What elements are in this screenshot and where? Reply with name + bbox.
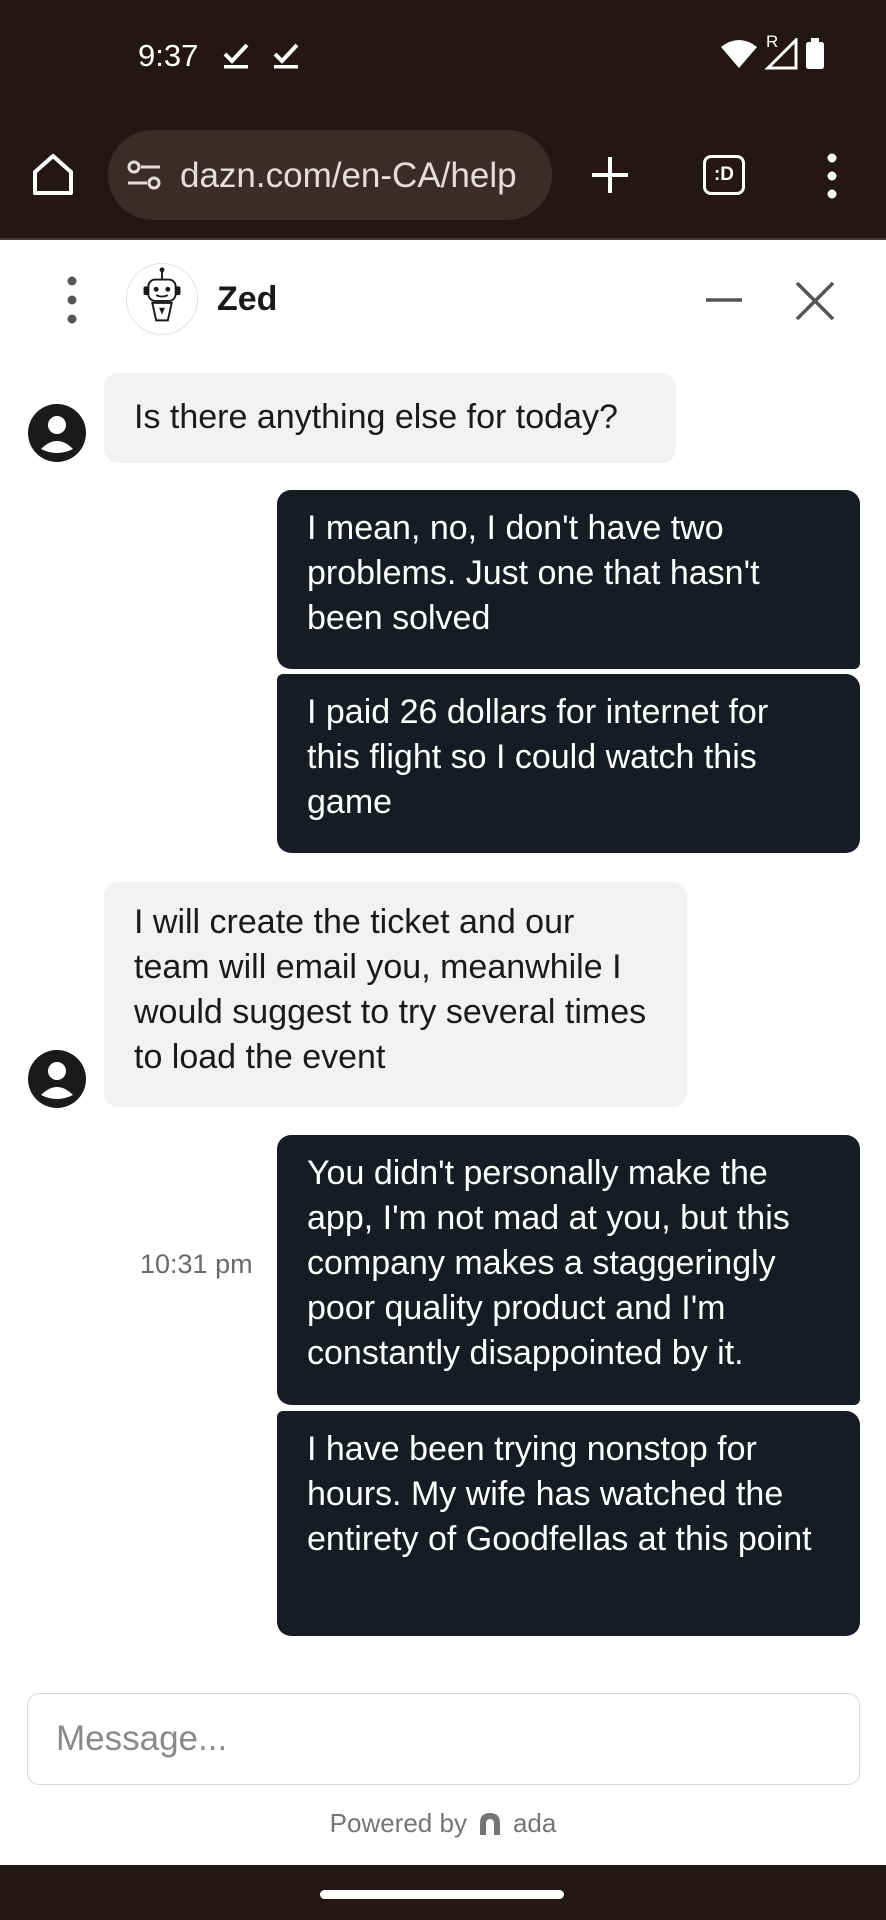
user-message: I have been trying nonstop for hours. My… [277, 1411, 860, 1636]
user-message: I mean, no, I don't have two problems. J… [277, 490, 860, 669]
check-icon [223, 43, 249, 69]
account-circle-icon [28, 404, 86, 462]
message-timestamp: 10:31 pm [140, 1249, 253, 1279]
wifi-icon [721, 40, 757, 68]
composer: Powered by ada [0, 1662, 886, 1865]
check-icon [273, 43, 299, 69]
close-icon[interactable] [794, 280, 836, 322]
agent-message: I will create the ticket and our team wi… [104, 882, 687, 1107]
plus-icon[interactable] [590, 155, 630, 195]
url-text[interactable]: dazn.com/en-CA/help [180, 156, 546, 196]
chat-menu-icon[interactable] [62, 275, 82, 325]
powered-by-label: Powered by [329, 1808, 467, 1838]
home-icon[interactable] [30, 151, 76, 197]
chat-header: Zed [0, 240, 886, 362]
robot-icon [126, 263, 198, 335]
status-bar: 9:37 R [0, 0, 886, 115]
agent-message: Is there anything else for today? [104, 373, 676, 463]
system-nav-bar [0, 1865, 886, 1920]
tabs-icon[interactable]: :D [703, 155, 745, 195]
home-gesture-handle[interactable] [320, 1890, 564, 1899]
message-list: Is there anything else for today? I mean… [0, 362, 886, 1664]
roaming-indicator: R [766, 32, 779, 51]
browser-toolbar: dazn.com/en-CA/help :D [0, 115, 886, 240]
user-message: You didn't personally make the app, I'm … [277, 1135, 860, 1405]
powered-by[interactable]: Powered by ada [0, 1808, 886, 1839]
more-vert-icon[interactable] [822, 151, 842, 201]
bot-name: Zed [217, 280, 278, 318]
address-bar[interactable]: dazn.com/en-CA/help [108, 130, 552, 220]
message-input[interactable] [27, 1693, 860, 1785]
ada-brand: ada [512, 1808, 557, 1838]
battery-icon [806, 38, 824, 69]
status-time: 9:37 [138, 38, 199, 73]
account-circle-icon [28, 1050, 86, 1108]
ada-logo-icon [479, 1812, 500, 1835]
tune-icon[interactable] [126, 159, 162, 191]
signal-icon: R [764, 32, 798, 70]
user-message: I paid 26 dollars for internet for this … [277, 674, 860, 853]
minimize-icon[interactable] [704, 280, 744, 320]
